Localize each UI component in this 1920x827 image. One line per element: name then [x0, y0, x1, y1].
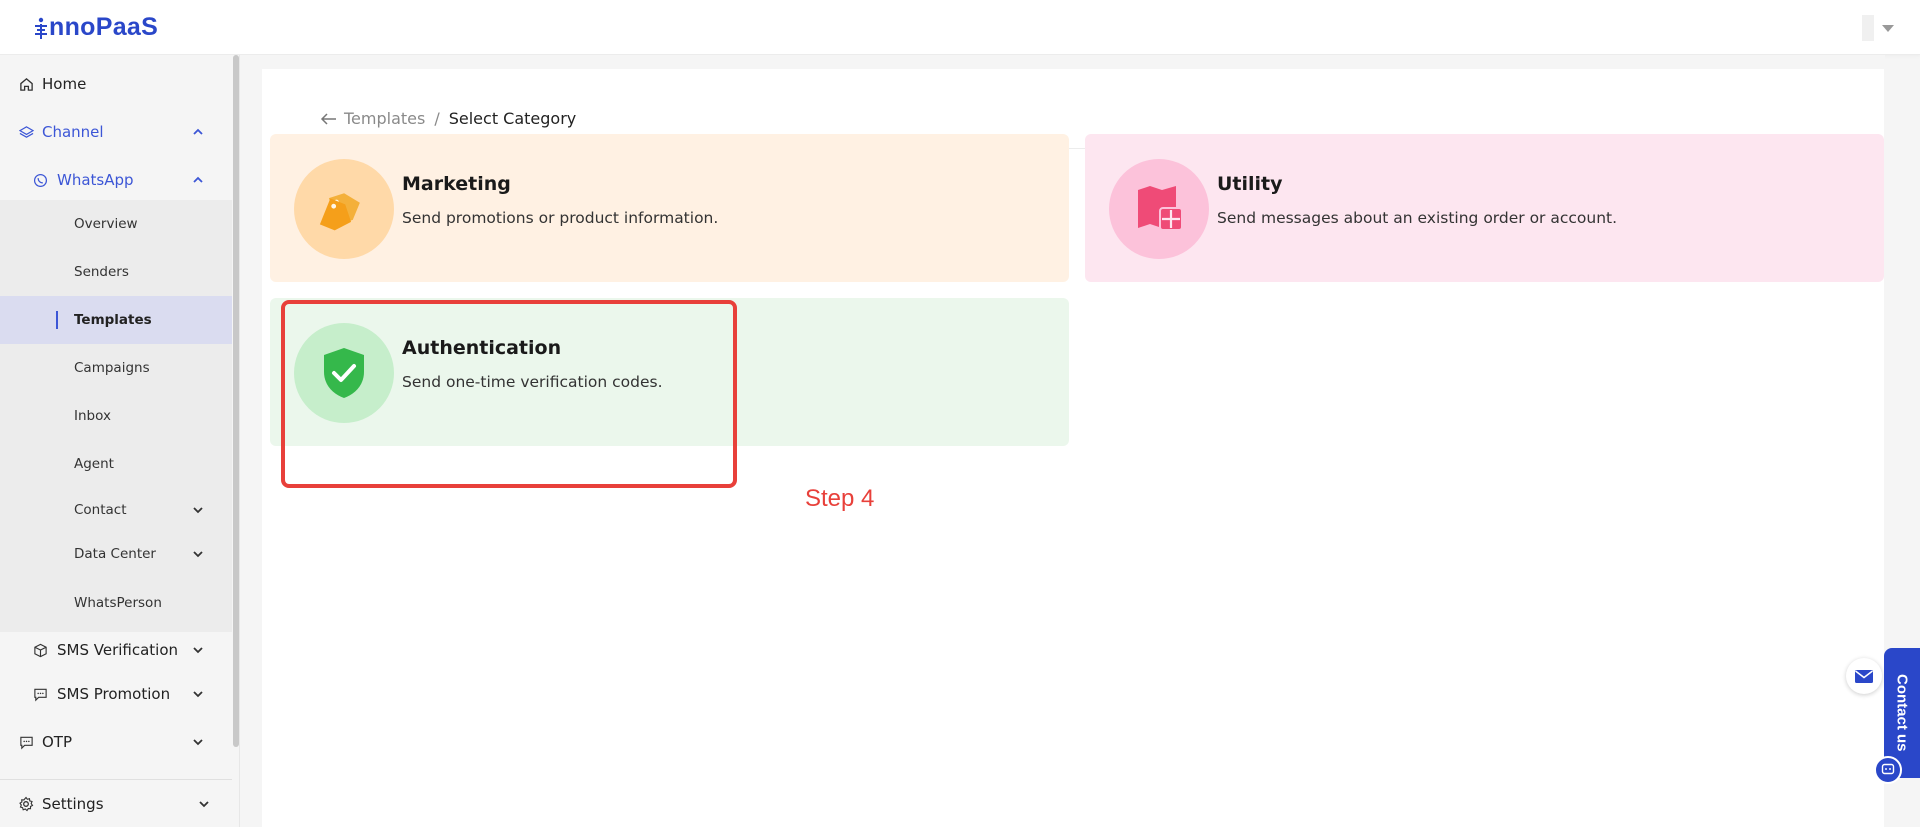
- chevron-down-icon[interactable]: [192, 548, 204, 560]
- gear-icon: [18, 796, 34, 812]
- sidebar-item-otp[interactable]: OTP: [0, 723, 232, 761]
- category-card-utility[interactable]: Utility Send messages about an existing …: [1085, 134, 1884, 282]
- card-icon-circle: [294, 159, 394, 259]
- breadcrumb: Templates / Select Category: [320, 109, 576, 128]
- sidebar-item-campaigns[interactable]: Campaigns: [0, 344, 232, 392]
- caret-down-icon[interactable]: [1882, 24, 1894, 32]
- mail-icon: [1855, 669, 1873, 683]
- sidebar-item-label: Agent: [74, 456, 114, 472]
- sidebar-item-label: Contact: [74, 502, 127, 518]
- logo-icon: [35, 17, 47, 39]
- category-card-marketing[interactable]: Marketing Send promotions or product inf…: [270, 134, 1069, 282]
- sidebar-item-label: Campaigns: [74, 360, 150, 376]
- mail-button[interactable]: [1846, 658, 1882, 694]
- logo[interactable]: nnoPaaS: [34, 13, 158, 42]
- sidebar-item-label: Templates: [74, 312, 152, 328]
- message-icon: [32, 686, 48, 702]
- chevron-down-icon[interactable]: [192, 644, 204, 656]
- sidebar-item-data-center[interactable]: Data Center: [0, 530, 232, 578]
- sidebar-item-whatsapp[interactable]: WhatsApp: [0, 161, 232, 199]
- sidebar-item-home[interactable]: Home: [0, 65, 232, 103]
- sidebar-item-overview[interactable]: Overview: [0, 200, 232, 248]
- avatar[interactable]: [1862, 15, 1874, 41]
- card-title: Marketing: [402, 173, 511, 195]
- sidebar-item-inbox[interactable]: Inbox: [0, 392, 232, 440]
- sidebar-item-agent[interactable]: Agent: [0, 440, 232, 488]
- chevron-down-icon[interactable]: [192, 504, 204, 516]
- cube-icon: [32, 642, 48, 658]
- breadcrumb-current: Select Category: [448, 109, 577, 128]
- sidebar-item-label: WhatsPerson: [74, 595, 162, 611]
- card-title: Utility: [1217, 173, 1283, 195]
- sidebar-item-templates[interactable]: Templates: [0, 296, 232, 344]
- sidebar-scrollbar[interactable]: [233, 55, 239, 747]
- sidebar-item-label: Senders: [74, 264, 129, 280]
- chevron-down-icon[interactable]: [192, 736, 204, 748]
- sidebar-item-label: Overview: [74, 216, 138, 232]
- user-menu[interactable]: [1862, 15, 1894, 41]
- sidebar-item-whatsperson[interactable]: WhatsPerson: [0, 579, 232, 627]
- active-indicator: [56, 311, 58, 329]
- logo-text: nnoPaaS: [49, 13, 159, 41]
- divider: [0, 779, 232, 780]
- chevron-up-icon[interactable]: [192, 174, 204, 186]
- chat-icon: [1881, 763, 1895, 775]
- chevron-down-icon[interactable]: [192, 688, 204, 700]
- whatsapp-icon: [32, 172, 48, 188]
- card-icon-circle: [1109, 159, 1209, 259]
- card-description: Send messages about an existing order or…: [1217, 209, 1618, 227]
- home-icon: [18, 76, 34, 92]
- chat-button[interactable]: [1874, 756, 1902, 784]
- sidebar-item-label: OTP: [42, 733, 73, 751]
- sidebar-item-contact[interactable]: Contact: [0, 486, 232, 534]
- sidebar-item-label: Data Center: [74, 546, 156, 562]
- sidebar-item-label: Inbox: [74, 408, 111, 424]
- breadcrumb-separator: /: [434, 109, 440, 128]
- sidebar-item-sms-verification[interactable]: SMS Verification: [0, 631, 232, 669]
- contact-us-label: Contact us: [1893, 674, 1911, 752]
- sidebar-item-sms-promotion[interactable]: SMS Promotion: [0, 675, 232, 713]
- sidebar-item-label: Home: [42, 75, 87, 93]
- message-icon: [18, 734, 34, 750]
- sidebar-item-settings[interactable]: Settings: [0, 785, 232, 823]
- sidebar-item-label: Channel: [42, 123, 104, 141]
- map-icon: [1138, 186, 1183, 231]
- layers-icon: [18, 124, 34, 140]
- card-description: Send promotions or product information.: [402, 209, 719, 227]
- sidebar-item-senders[interactable]: Senders: [0, 248, 232, 296]
- chevron-up-icon[interactable]: [192, 126, 204, 138]
- sidebar-item-channel[interactable]: Channel: [0, 113, 232, 151]
- sidebar-item-label: WhatsApp: [57, 171, 134, 189]
- sidebar-item-label: SMS Verification: [57, 641, 179, 659]
- tag-icon: [319, 193, 360, 231]
- step-label: Step 4: [805, 485, 875, 512]
- arrow-left-icon[interactable]: [320, 112, 338, 126]
- breadcrumb-link-templates[interactable]: Templates: [344, 109, 425, 128]
- sidebar: Home Channel WhatsApp Overview Senders T…: [0, 55, 240, 827]
- sidebar-item-label: SMS Promotion: [57, 685, 171, 703]
- chevron-down-icon[interactable]: [198, 798, 210, 810]
- sidebar-item-label: Settings: [42, 795, 104, 813]
- top-header: nnoPaaS: [0, 0, 1920, 55]
- step-highlight-box: [281, 300, 737, 488]
